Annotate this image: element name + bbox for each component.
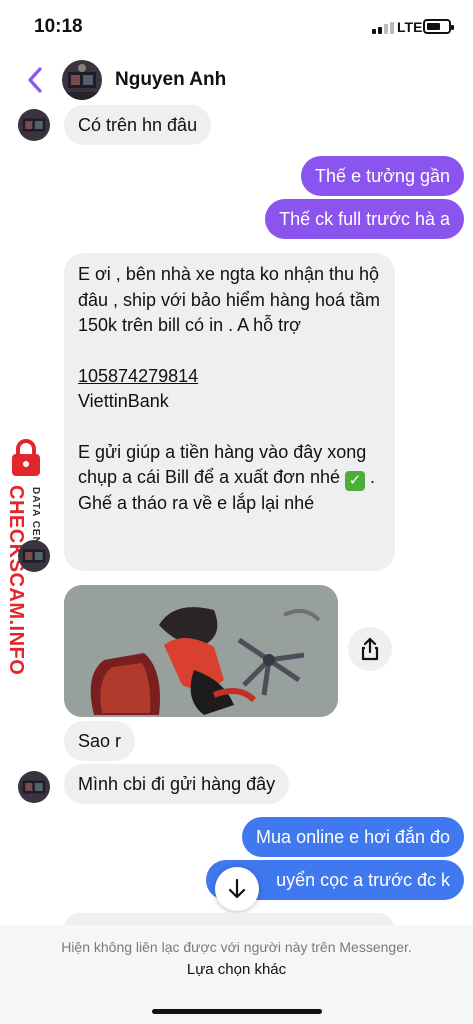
unavailable-footer: Hiện không liên lạc được với người này t… xyxy=(0,925,473,1024)
checkmark-icon: ✓ xyxy=(345,471,365,491)
watermark-brand: CHECKSCAM.INFO xyxy=(5,485,27,676)
signal-icon xyxy=(372,22,394,34)
sender-avatar xyxy=(18,771,50,803)
other-options-link[interactable]: Lựa chọn khác xyxy=(0,961,473,978)
contact-avatar[interactable] xyxy=(62,60,102,100)
message-outgoing[interactable]: Thế ck full trước hà a xyxy=(265,199,464,239)
unavailable-note: Hiện không liên lạc được với người này t… xyxy=(61,939,412,955)
share-icon[interactable] xyxy=(348,627,392,671)
message-incoming[interactable]: Mình cbi đi gửi hàng đây xyxy=(64,764,290,804)
scroll-to-bottom-button[interactable] xyxy=(215,867,259,911)
photo-attachment[interactable] xyxy=(64,585,338,717)
sender-avatar xyxy=(18,109,50,141)
message-text: E ơi , bên nhà xe ngta ko nhận thu hộ đâ… xyxy=(78,264,380,335)
status-bar: 10:18 LTE xyxy=(0,0,473,56)
back-chevron-icon[interactable] xyxy=(24,64,48,96)
message-text: E gửi giúp a tiền hàng vào đây xong chụp… xyxy=(78,441,367,488)
account-number[interactable]: 105874279814 xyxy=(78,364,381,390)
home-indicator xyxy=(152,1009,322,1014)
chat-header: Nguyen Anh xyxy=(0,56,473,104)
arrow-down-icon xyxy=(228,878,246,899)
status-time: 10:18 xyxy=(34,16,83,37)
message-incoming[interactable]: Sao r xyxy=(64,721,136,761)
message-incoming-long[interactable]: E ơi , bên nhà xe ngta ko nhận thu hộ đâ… xyxy=(64,253,395,571)
message-text-part: E gửi giúp a tiền hàng vào đây xong chụp… xyxy=(78,440,381,517)
message-incoming[interactable]: Có trên hn đâu xyxy=(64,105,212,145)
network-label: LTE xyxy=(397,19,423,35)
battery-icon xyxy=(423,19,454,34)
message-outgoing[interactable]: Thế e tưởng gần xyxy=(301,156,464,196)
contact-name[interactable]: Nguyen Anh xyxy=(115,69,226,91)
sender-avatar xyxy=(18,540,50,572)
message-outgoing[interactable]: Mua online e hơi đắn đo xyxy=(242,817,464,857)
lock-icon xyxy=(12,439,40,476)
bank-name: ViettinBank xyxy=(78,391,169,411)
